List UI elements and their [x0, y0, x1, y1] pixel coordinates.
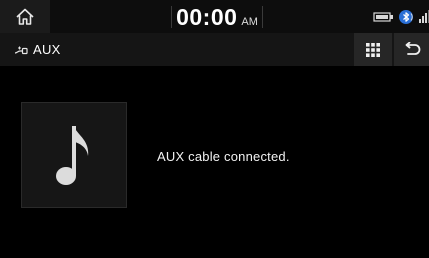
album-art — [21, 102, 127, 208]
clock-time: 00:00 — [176, 4, 238, 30]
page-title-label: AUX — [33, 42, 61, 57]
title-bar: AUX — [0, 33, 429, 66]
battery-icon — [373, 11, 393, 22]
music-note-icon — [56, 126, 89, 185]
menu-button[interactable] — [354, 33, 392, 66]
home-icon — [16, 8, 34, 25]
clock-divider-right — [262, 6, 263, 28]
status-icons — [373, 0, 429, 33]
back-arrow-icon — [405, 41, 420, 55]
back-button[interactable] — [394, 33, 429, 66]
signal-icon — [419, 9, 429, 23]
bluetooth-icon — [399, 9, 413, 24]
clock-ampm: AM — [241, 16, 258, 28]
status-bar: 00:00 AM — [0, 0, 429, 33]
grid-menu-icon — [366, 42, 380, 57]
home-button[interactable] — [0, 0, 50, 33]
aux-cable-icon — [14, 46, 28, 54]
status-message: AUX cable connected. — [157, 149, 290, 164]
clock: 00:00 AM — [168, 2, 266, 32]
page-title: AUX — [14, 33, 61, 66]
